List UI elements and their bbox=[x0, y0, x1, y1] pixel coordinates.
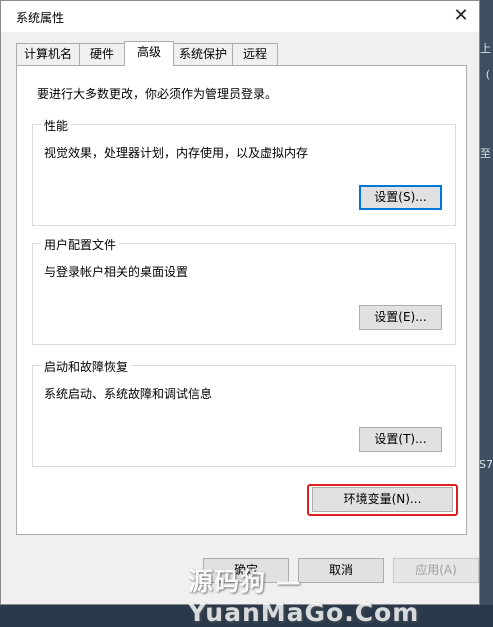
background-text: S7 bbox=[479, 458, 493, 471]
close-button[interactable]: ✕ bbox=[447, 3, 475, 29]
close-icon: ✕ bbox=[453, 5, 469, 26]
admin-notice: 要进行大多数更改，你必须作为管理员登录。 bbox=[37, 87, 278, 101]
background-text: ( bbox=[485, 68, 490, 81]
system-properties-dialog: 系统属性 ✕ 计算机名 硬件 高级 系统保护 远程 要进行大多数更改，你必须作为… bbox=[0, 0, 480, 605]
tab-advanced[interactable]: 高级 bbox=[124, 41, 174, 66]
tab-system-protection[interactable]: 系统保护 bbox=[173, 43, 233, 65]
startup-recovery-settings-button[interactable]: 设置(T)... bbox=[359, 427, 442, 452]
performance-title: 性能 bbox=[41, 117, 72, 134]
user-profiles-title: 用户配置文件 bbox=[41, 236, 120, 253]
performance-description: 视觉效果，处理器计划，内存使用，以及虚拟内存 bbox=[44, 146, 309, 160]
user-profiles-group: 用户配置文件 与登录帐户相关的桌面设置 设置(E)... bbox=[32, 236, 456, 345]
watermark-text: 源码狗 — YuanMaGo.Com bbox=[188, 567, 420, 627]
user-profiles-description: 与登录帐户相关的桌面设置 bbox=[44, 265, 189, 279]
performance-settings-button[interactable]: 设置(S)... bbox=[359, 185, 442, 210]
background-text: 至 bbox=[480, 147, 491, 160]
performance-group: 性能 视觉效果，处理器计划，内存使用，以及虚拟内存 设置(S)... bbox=[32, 117, 456, 226]
advanced-tab-panel: 要进行大多数更改，你必须作为管理员登录。 性能 视觉效果，处理器计划，内存使用，… bbox=[16, 65, 467, 535]
user-profiles-settings-button[interactable]: 设置(E)... bbox=[359, 305, 442, 330]
tab-computer-name[interactable]: 计算机名 bbox=[16, 43, 80, 65]
background-text: 上 bbox=[480, 42, 491, 55]
startup-recovery-title: 启动和故障恢复 bbox=[41, 358, 132, 375]
startup-recovery-group: 启动和故障恢复 系统启动、系统故障和调试信息 设置(T)... bbox=[32, 358, 456, 467]
startup-recovery-description: 系统启动、系统故障和调试信息 bbox=[44, 387, 213, 401]
environment-variables-button[interactable]: 环境变量(N)... bbox=[312, 487, 453, 512]
window-title: 系统属性 bbox=[16, 11, 65, 25]
tab-remote[interactable]: 远程 bbox=[232, 43, 278, 65]
background-window-strip bbox=[479, 0, 493, 605]
tab-hardware[interactable]: 硬件 bbox=[79, 43, 125, 65]
title-bar[interactable]: 系统属性 ✕ bbox=[1, 1, 479, 32]
